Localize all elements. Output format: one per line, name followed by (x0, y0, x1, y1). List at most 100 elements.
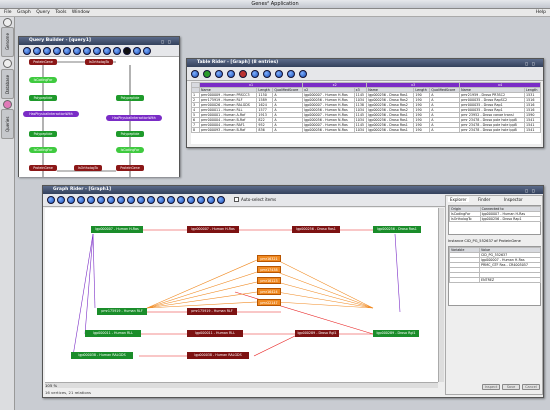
help-icon[interactable] (207, 196, 215, 204)
graph-node-protein[interactable]: lgp000289 - Droso Rgl1 (373, 330, 419, 337)
query-node-polypeptide[interactable]: Polypeptide (116, 95, 144, 101)
genome-icon[interactable] (3, 18, 12, 27)
graph-vertical-scrollbar[interactable] (438, 208, 444, 382)
zoom-level[interactable]: 105 % (45, 383, 57, 388)
menu-tools[interactable]: Tools (55, 10, 66, 15)
export-icon[interactable] (197, 196, 205, 204)
export-icon[interactable] (191, 70, 199, 78)
results-table[interactable]: x1 x2 x3 x4 Name Length QualifiedScore x2 x3… (191, 82, 541, 144)
query-canvas[interactable]: ProteinGene IsOrthologTo IsCodingFor Pol… (19, 57, 179, 177)
graph-node-protein[interactable]: lgp000007 - Human H-Ras (91, 226, 143, 233)
print-icon[interactable] (67, 196, 75, 204)
window-controls[interactable]: ◻ ◻ × (161, 38, 177, 52)
window-controls[interactable]: ◻ ◻ × (525, 187, 541, 201)
settings-icon[interactable] (275, 70, 283, 78)
menu-help[interactable]: Help (536, 9, 546, 17)
cut-icon[interactable] (63, 47, 71, 55)
query-node-is-coding-for[interactable]: IsCodingFor (29, 77, 57, 83)
sidebar-tab-database[interactable]: Database (1, 69, 14, 99)
layout-icon[interactable] (107, 196, 115, 204)
origin-table[interactable]: Origin Connected to IsCodingFor lgp000007 … (448, 205, 542, 235)
graph-node-polypeptide[interactable]: pmr16321 (257, 255, 281, 262)
query-node-has-interaction[interactable]: HasPhysicalInteractionWith (23, 111, 79, 117)
queries-icon[interactable] (3, 100, 12, 109)
graph-canvas[interactable]: lgp000007 - Human H-Ras lgp000007 - Huma… (45, 208, 438, 382)
open-icon[interactable] (23, 47, 31, 55)
graph-node-protein[interactable]: pmr175919 - Human RLF (97, 308, 147, 315)
graph-node-gene[interactable]: lgp000038 - Human RALGDS (187, 352, 249, 359)
inspect-button[interactable]: Inspect (482, 384, 500, 390)
color-icon[interactable] (187, 196, 195, 204)
remove-icon[interactable] (239, 70, 247, 78)
filter-icon[interactable] (215, 70, 223, 78)
zoom-fit-icon[interactable] (97, 196, 105, 204)
query-node-is-ortholog[interactable]: IsOrthologTo (85, 59, 113, 65)
query-node-is-ortholog[interactable]: IsOrthologTo (74, 165, 102, 171)
sidebar-tab-genome[interactable]: Genome (1, 27, 14, 57)
cancel-button[interactable]: Cancel (522, 384, 540, 390)
graph-node-polypeptide[interactable]: pmr17438 (257, 266, 281, 273)
settings-icon[interactable] (143, 47, 151, 55)
expand-icon[interactable] (147, 196, 155, 204)
info-icon[interactable] (217, 196, 225, 204)
zoom-out-icon[interactable] (113, 47, 121, 55)
graph-node-protein[interactable]: lgp000011 - Human RLL (85, 330, 141, 337)
delete-icon[interactable] (93, 47, 101, 55)
menu-graph[interactable]: Graph (17, 10, 31, 15)
redo-icon[interactable] (53, 47, 61, 55)
paste-icon[interactable] (83, 47, 91, 55)
sort-icon[interactable] (227, 70, 235, 78)
query-node-polypeptide[interactable]: Polypeptide (116, 131, 144, 137)
zoom-out-icon[interactable] (87, 196, 95, 204)
graph-horizontal-scrollbar[interactable] (45, 382, 438, 388)
save-icon[interactable] (57, 196, 65, 204)
graph-node-gene[interactable]: lgp000011 - Human RLL (187, 330, 243, 337)
filter-icon[interactable] (137, 196, 145, 204)
variable-row[interactable]: ENTREZ (449, 277, 541, 283)
query-node-has-interaction[interactable]: HasPhysicalInteractionWith (106, 115, 162, 121)
query-node-protein-gene[interactable]: ProteinGene (29, 165, 57, 171)
tab-explorer[interactable]: Explorer (448, 197, 469, 202)
menu-query[interactable]: Query (36, 10, 50, 15)
graph-node-polypeptide[interactable]: pmr16123 (257, 277, 281, 284)
save-button[interactable]: Save (502, 384, 520, 390)
query-node-polypeptide[interactable]: Polypeptide (29, 131, 57, 137)
graph-node-polypeptide[interactable]: pmr16424 (257, 288, 281, 295)
show-icon[interactable] (177, 196, 185, 204)
graph-icon[interactable] (263, 70, 271, 78)
help-icon[interactable] (287, 70, 295, 78)
graph-node-gene[interactable]: lgp000289 - Droso Rgl1 (295, 330, 339, 337)
copy-icon[interactable] (73, 47, 81, 55)
zoom-in-icon[interactable] (103, 47, 111, 55)
auto-select-checkbox[interactable] (234, 197, 239, 202)
open-icon[interactable] (47, 196, 55, 204)
move-icon[interactable] (127, 196, 135, 204)
graph-node-protein[interactable]: lgp000256 - Droso Ras1 (373, 226, 421, 233)
tab-inspector[interactable]: Inspector (502, 197, 525, 202)
graph-node-protein[interactable]: lgp000038 - Human RALGDS (71, 352, 133, 359)
graph-node-gene[interactable]: lgp000256 - Droso Ras1 (292, 226, 340, 233)
menu-file[interactable]: File (4, 10, 12, 15)
graph-node-gene[interactable]: lgp000007 - Human H-Ras (187, 226, 239, 233)
layout-icon[interactable] (133, 47, 141, 55)
select-icon[interactable] (251, 70, 259, 78)
collapse-icon[interactable] (157, 196, 165, 204)
info-icon[interactable] (299, 70, 307, 78)
database-icon[interactable] (3, 59, 12, 68)
table-row[interactable]: 8 pmr000093 - Human B-Raf 836 Algp000056 - … (191, 127, 541, 133)
column-header[interactable]: QualifiedScore (429, 87, 461, 93)
tab-finder[interactable]: Finder (476, 197, 492, 202)
menu-window[interactable]: Window (72, 10, 90, 15)
column-header[interactable]: QualifiedScore (272, 87, 304, 93)
window-controls[interactable]: ◻ ◻ × (525, 60, 541, 74)
sidebar-tab-queries[interactable]: Queries (1, 109, 14, 139)
query-node-protein-gene[interactable]: ProteinGene (29, 59, 57, 65)
select-icon[interactable] (117, 196, 125, 204)
graph-node-gene[interactable]: pmr175919 - Human RLF (187, 308, 237, 315)
graph-node-polypeptide[interactable]: pmr22147 (257, 299, 281, 306)
refresh-icon[interactable] (203, 70, 211, 78)
query-node-polypeptide[interactable]: Polypeptide (29, 95, 57, 101)
run-icon[interactable] (123, 47, 131, 55)
save-icon[interactable] (33, 47, 41, 55)
query-node-is-coding-for[interactable]: IsCodingFor (116, 147, 144, 153)
